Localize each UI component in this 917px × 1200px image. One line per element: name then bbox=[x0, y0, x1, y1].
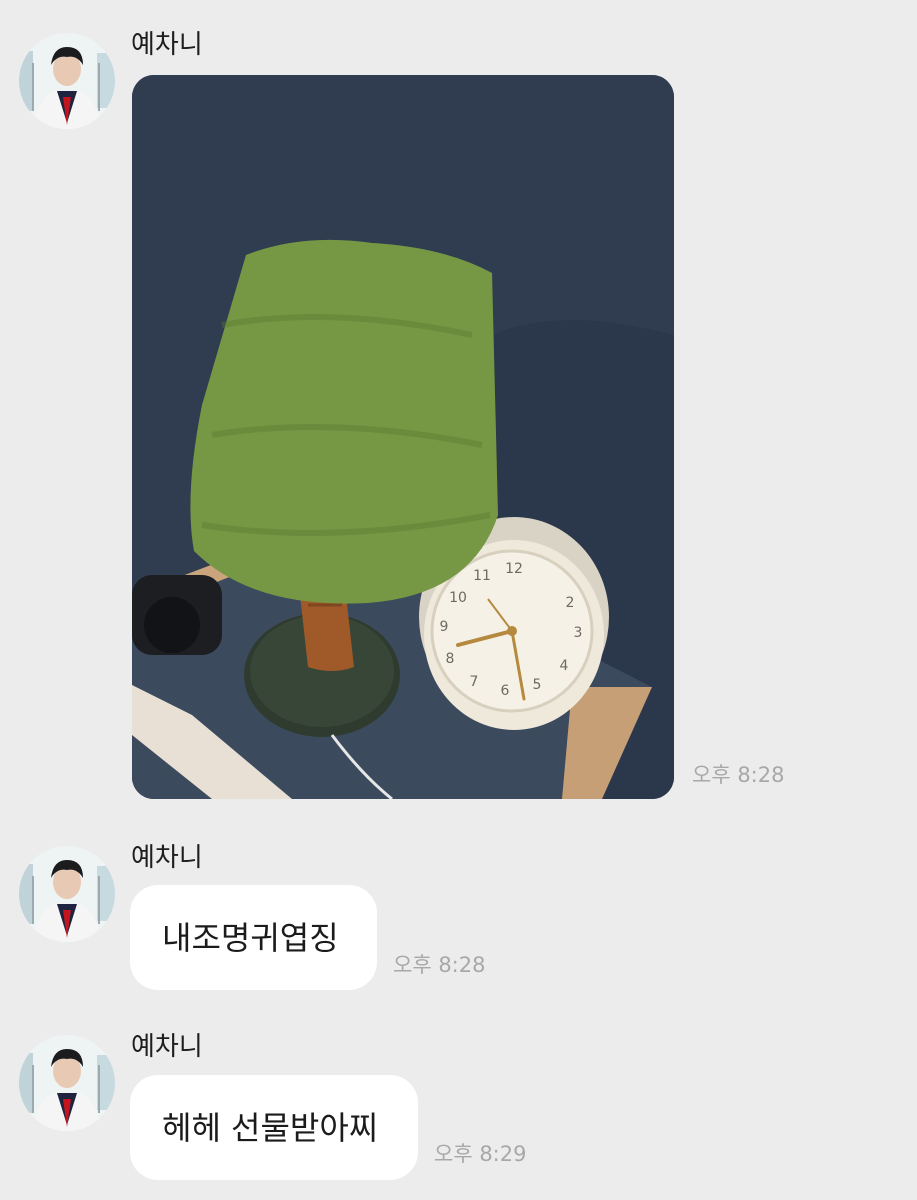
svg-text:12: 12 bbox=[505, 561, 523, 577]
svg-text:8: 8 bbox=[446, 651, 455, 667]
svg-text:10: 10 bbox=[449, 590, 467, 606]
message-timestamp: 오후 8:28 bbox=[692, 763, 785, 787]
sender-name: 예차니 bbox=[131, 843, 203, 873]
message-timestamp: 오후 8:28 bbox=[393, 953, 486, 977]
sender-avatar[interactable] bbox=[19, 33, 115, 129]
svg-text:5: 5 bbox=[533, 677, 542, 693]
svg-text:3: 3 bbox=[574, 625, 583, 641]
sender-name: 예차니 bbox=[131, 1032, 203, 1062]
message-timestamp: 오후 8:29 bbox=[434, 1142, 527, 1166]
svg-text:9: 9 bbox=[440, 619, 449, 635]
svg-text:2: 2 bbox=[566, 595, 575, 611]
message-bubble[interactable]: 헤헤 선물받아찌 bbox=[130, 1075, 418, 1180]
sender-avatar[interactable] bbox=[19, 1035, 115, 1131]
shared-photo[interactable]: 12 2 3 4 5 6 7 8 9 10 11 bbox=[132, 75, 674, 799]
svg-text:11: 11 bbox=[473, 568, 491, 584]
svg-text:6: 6 bbox=[501, 683, 510, 699]
sender-avatar[interactable] bbox=[19, 846, 115, 942]
message-bubble[interactable]: 내조명귀엽징 bbox=[130, 885, 377, 990]
svg-text:4: 4 bbox=[560, 658, 569, 674]
svg-text:7: 7 bbox=[470, 674, 479, 690]
sender-name: 예차니 bbox=[131, 30, 203, 60]
